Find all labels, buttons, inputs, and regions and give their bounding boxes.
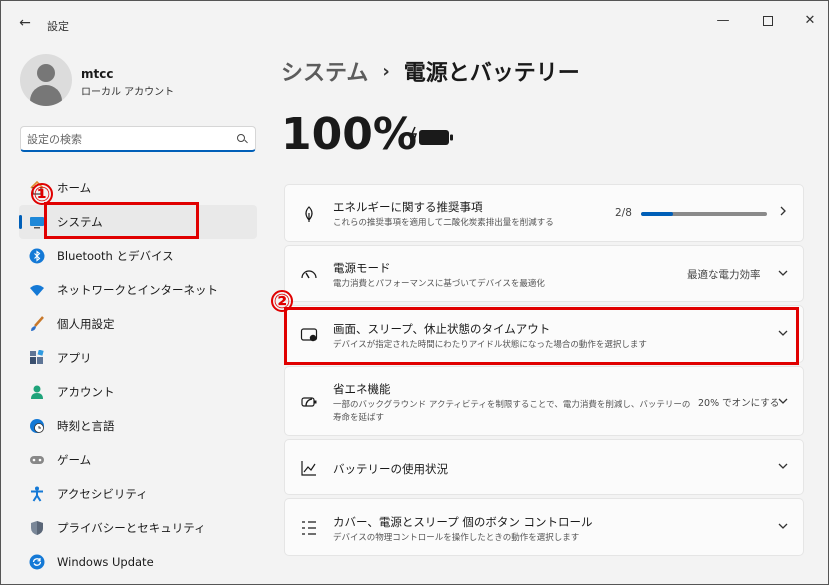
close-button[interactable]: ✕	[798, 11, 822, 31]
battery-usage-title: バッテリーの使用状況	[333, 462, 448, 476]
search-input[interactable]	[27, 131, 227, 148]
battery-usage-card[interactable]: バッテリーの使用状況	[284, 439, 804, 495]
brush-icon	[29, 316, 45, 332]
power-buttons-title: カバー、電源とスリープ 個のボタン コントロール	[333, 515, 593, 529]
system-icon	[29, 214, 45, 230]
sidebar-item-label: 時刻と言語	[57, 419, 115, 433]
apps-icon	[29, 350, 45, 366]
power-mode-card[interactable]: 電源モード 電力消費とパフォーマンスに基づいてデバイスを最適化 最適な電力効率	[284, 245, 804, 302]
gauge-icon	[300, 266, 318, 284]
sidebar-item-gaming[interactable]: ゲーム	[19, 443, 257, 477]
power-mode-value[interactable]: 最適な電力効率	[687, 267, 761, 282]
shield-icon	[29, 520, 45, 536]
battery-percent: 100%	[281, 109, 417, 160]
avatar[interactable]	[20, 54, 72, 106]
account-icon	[29, 384, 45, 400]
energy-saver-icon	[300, 393, 318, 411]
sidebar-item-label: ホーム	[57, 181, 92, 195]
sidebar-item-label: 個人用設定	[57, 317, 115, 331]
sidebar-item-accounts[interactable]: アカウント	[19, 375, 257, 409]
sidebar-item-time-language[interactable]: 時刻と言語	[19, 409, 257, 443]
power-buttons-subtitle: デバイスの物理コントロールを操作したときの動作を選択します	[333, 533, 580, 543]
breadcrumb-parent[interactable]: システム	[281, 55, 368, 87]
battery-charging-icon	[410, 126, 453, 146]
sidebar-item-personalization[interactable]: 個人用設定	[19, 307, 257, 341]
back-button[interactable]: ←	[15, 13, 35, 33]
wifi-icon	[29, 282, 45, 298]
page-title: 電源とバッテリー	[403, 61, 580, 86]
sidebar-item-label: ネットワークとインターネット	[57, 283, 218, 297]
user-name: mtcc	[81, 67, 114, 81]
power-mode-subtitle: 電力消費とパフォーマンスに基づいてデバイスを最適化	[333, 279, 545, 289]
annotation-number-2: ②	[271, 290, 293, 312]
chevron-down-icon[interactable]	[777, 460, 789, 475]
maximize-button[interactable]	[756, 11, 780, 31]
energy-progress-label: 2/8	[615, 207, 632, 219]
chevron-down-icon[interactable]	[777, 267, 789, 282]
energy-progress-fill	[641, 212, 673, 216]
sidebar-item-label: Windows Update	[57, 555, 154, 569]
active-indicator	[19, 215, 22, 229]
title-bar: ← 設定 — ✕	[1, 1, 828, 41]
chart-icon	[300, 459, 318, 477]
leaf-icon	[300, 205, 318, 223]
sidebar-item-apps[interactable]: アプリ	[19, 341, 257, 375]
sidebar-item-label: プライバシーとセキュリティ	[57, 521, 206, 535]
sidebar-item-label: アプリ	[57, 351, 92, 365]
annotation-highlight-system	[44, 202, 199, 239]
sidebar-item-privacy[interactable]: プライバシーとセキュリティ	[19, 511, 257, 545]
sidebar-item-windows-update[interactable]: Windows Update	[19, 545, 257, 579]
energy-saver-value[interactable]: 20% でオンにする	[698, 395, 779, 409]
energy-saver-card[interactable]: 省エネ機能 一部のバックグラウンド アクティビティを制限することで、電力消費を削…	[284, 366, 804, 436]
annotation-number-1: ①	[31, 183, 53, 205]
sidebar-item-home[interactable]: ホーム	[19, 171, 257, 205]
sidebar-item-network[interactable]: ネットワークとインターネット	[19, 273, 257, 307]
power-mode-title: 電源モード	[333, 261, 391, 275]
chevron-right-icon	[777, 205, 789, 220]
list-settings-icon	[300, 519, 318, 537]
sidebar-item-label: ゲーム	[57, 453, 92, 467]
globe-clock-icon	[29, 418, 45, 434]
chevron-down-icon[interactable]	[777, 395, 789, 410]
energy-recommendations-card[interactable]: エネルギーに関する推奨事項 これらの推奨事項を適用して二酸化炭素排出量を削減する…	[284, 184, 804, 242]
chevron-down-icon[interactable]	[777, 520, 789, 535]
avatar-head-icon	[37, 64, 55, 82]
annotation-highlight-screen-sleep	[284, 307, 799, 365]
gamepad-icon	[29, 452, 45, 468]
energy-saver-title: 省エネ機能	[333, 382, 391, 396]
sidebar-item-accessibility[interactable]: アクセシビリティ	[19, 477, 257, 511]
sidebar-item-label: アカウント	[57, 385, 115, 399]
app-title: 設定	[47, 20, 69, 33]
bluetooth-icon	[29, 248, 45, 264]
energy-progress-bar	[641, 212, 767, 216]
power-buttons-card[interactable]: カバー、電源とスリープ 個のボタン コントロール デバイスの物理コントロールを操…	[284, 498, 804, 556]
minimize-button[interactable]: —	[711, 11, 735, 31]
sidebar-item-bluetooth[interactable]: Bluetooth とデバイス	[19, 239, 257, 273]
energy-recommendations-subtitle: これらの推奨事項を適用して二酸化炭素排出量を削減する	[333, 218, 554, 228]
energy-saver-subtitle-line2: 寿命を延ばす	[333, 413, 385, 423]
search-icon[interactable]	[237, 134, 245, 142]
search-box[interactable]	[20, 126, 256, 152]
sidebar-item-label: アクセシビリティ	[57, 487, 148, 501]
sidebar-item-label: Bluetooth とデバイス	[57, 249, 174, 263]
accessibility-icon	[29, 486, 45, 502]
account-type: ローカル アカウント	[81, 87, 175, 98]
update-icon	[29, 554, 45, 570]
avatar-body-icon	[30, 85, 62, 106]
breadcrumb-separator: ›	[382, 60, 390, 82]
breadcrumb: システム › 電源とバッテリー	[281, 55, 580, 87]
energy-recommendations-title: エネルギーに関する推奨事項	[333, 200, 483, 214]
energy-saver-subtitle-line1: 一部のバックグラウンド アクティビティを制限することで、電力消費を削減し、バッテ…	[333, 400, 691, 410]
maximize-icon	[763, 16, 773, 26]
settings-window: ← 設定 — ✕ mtcc ローカル アカウント ホーム システム	[0, 0, 829, 585]
